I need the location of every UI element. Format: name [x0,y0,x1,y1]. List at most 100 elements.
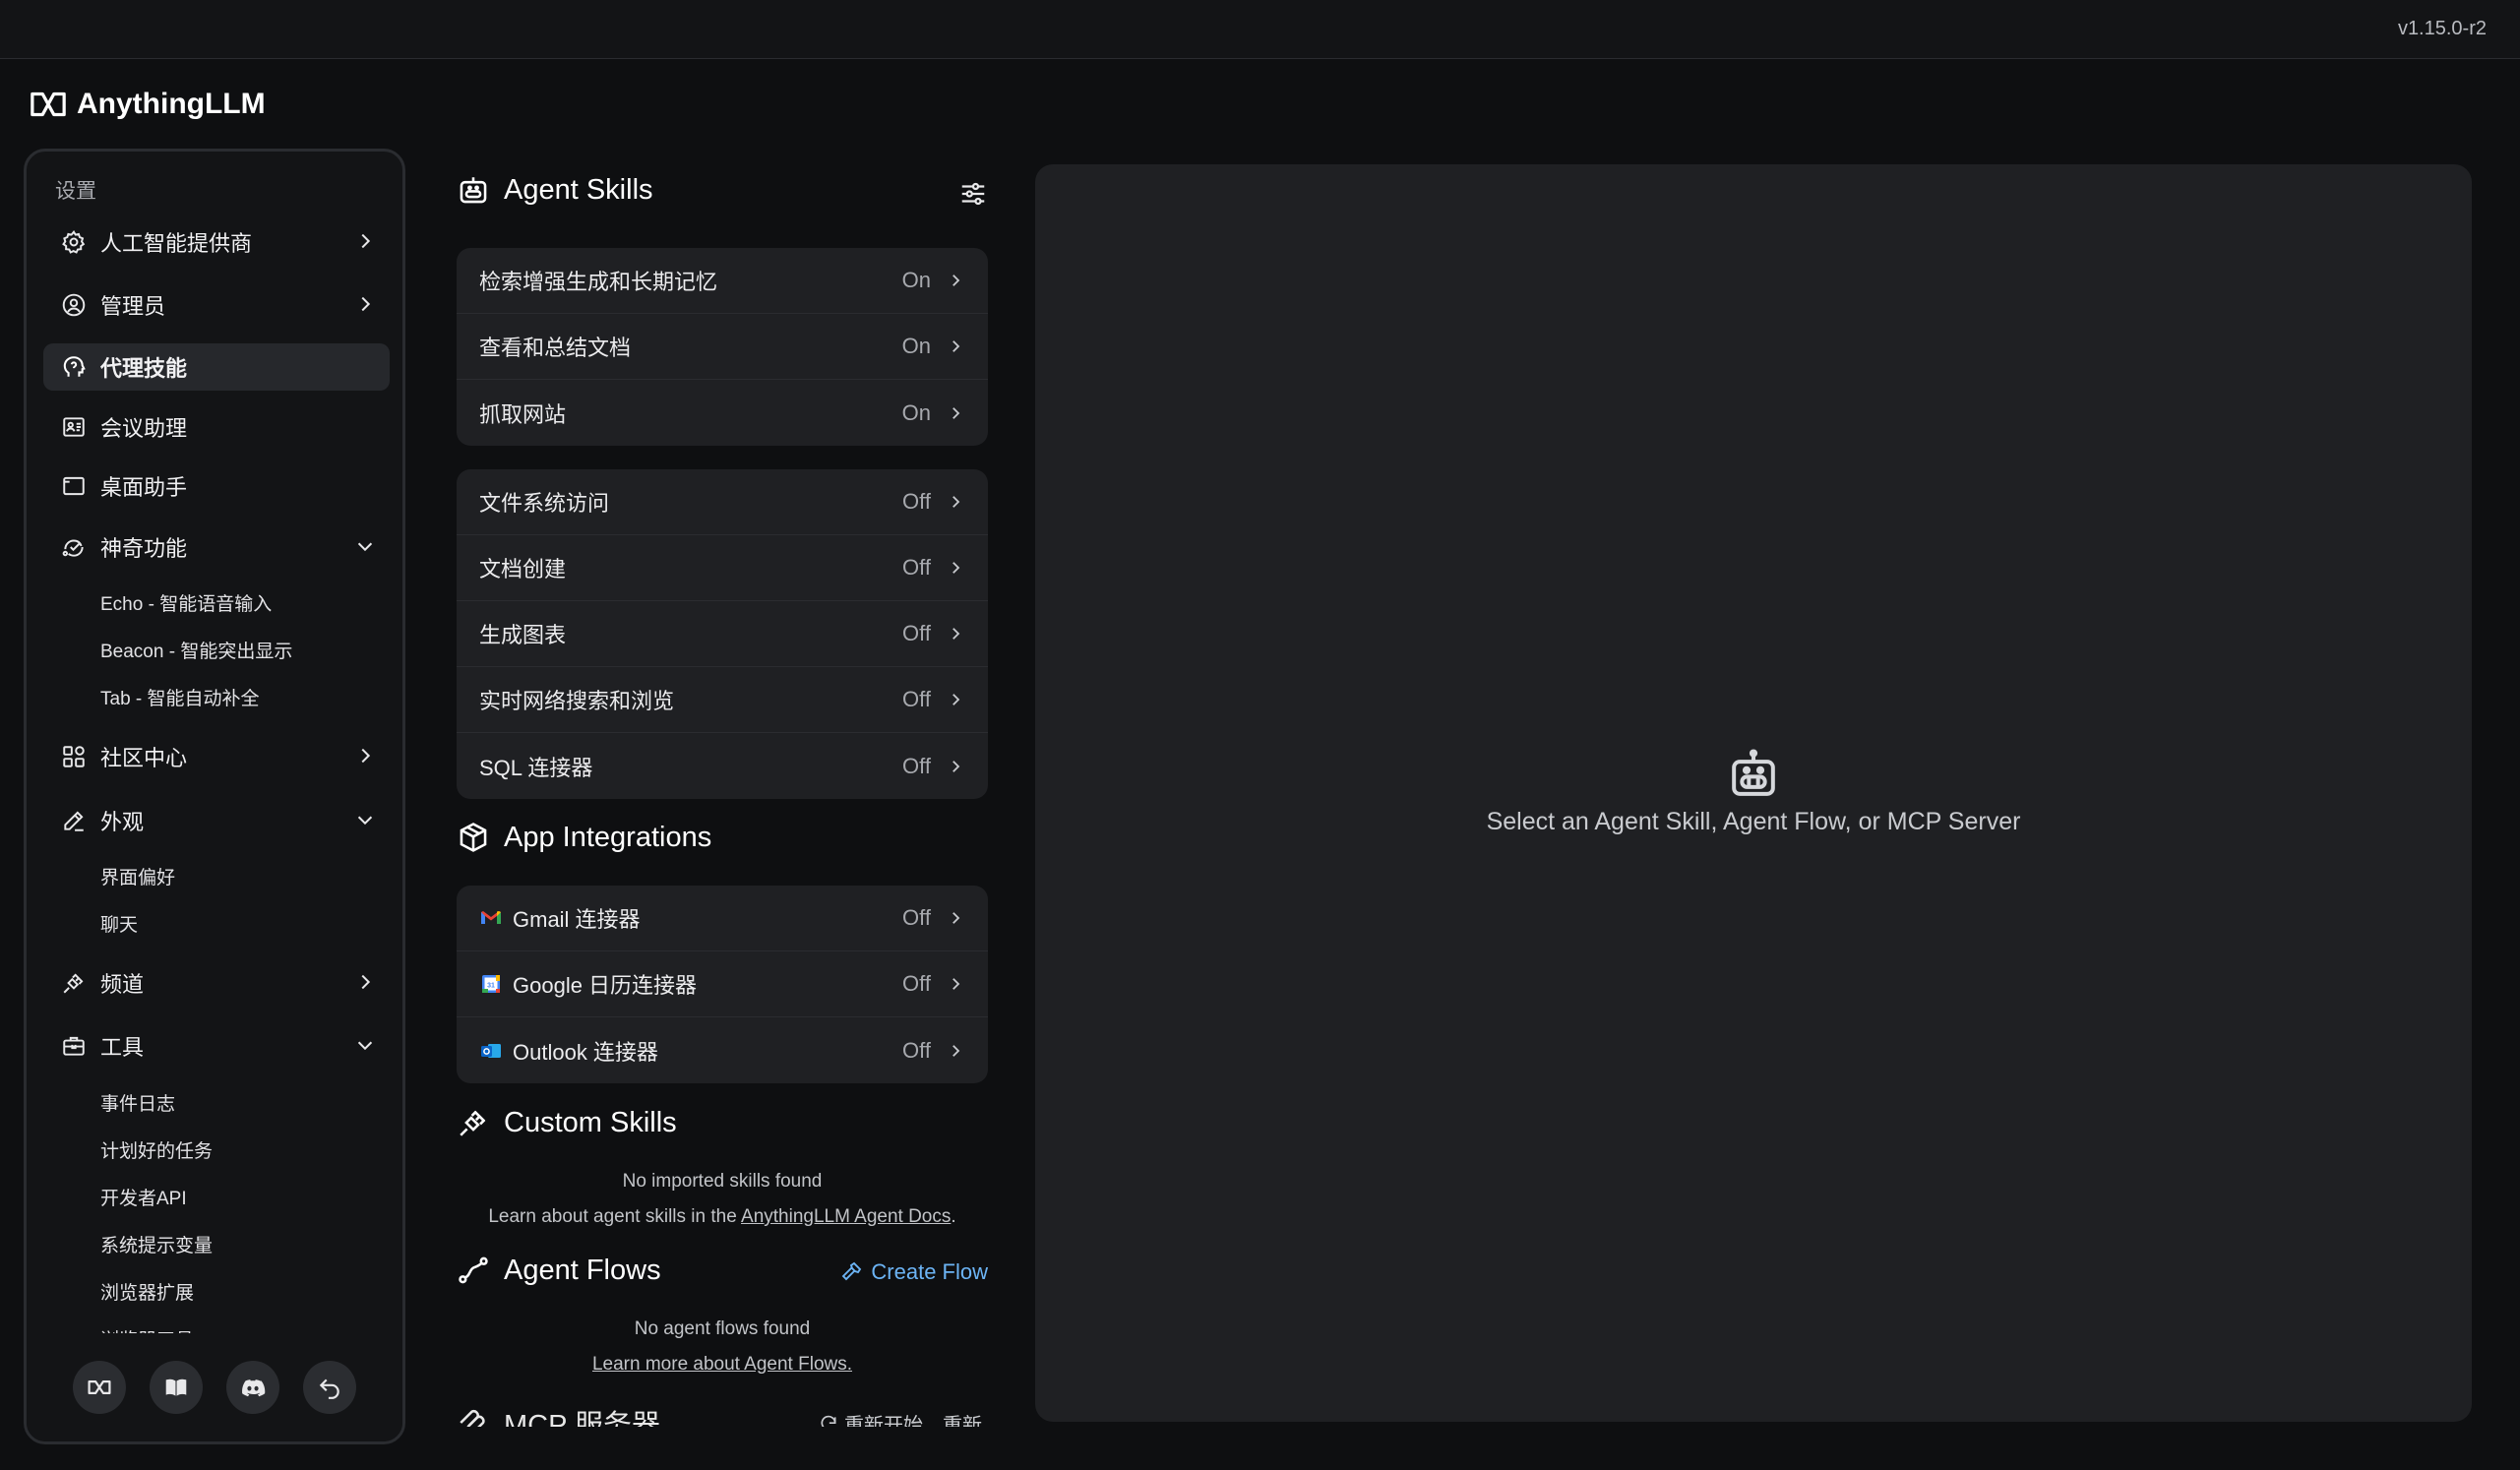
sidebar-heading: 设置 [55,180,96,203]
skill-row-generate-charts[interactable]: 生成图表 Off [457,601,988,667]
create-flow-button[interactable]: Create Flow [839,1259,988,1285]
chevron-right-icon [361,296,371,312]
integration-label-text: Google 日历连接器 [513,973,698,998]
skill-label: 查看和总结文档 [479,336,632,360]
app-integrations-title: App Integrations [457,821,711,854]
agent-flows-docs-link[interactable]: Learn more about Agent Flows. [592,1354,852,1375]
sidebar-scroll-area[interactable]: 设置 人工智能提供商 管理员 代理技能 会议助理 桌面助手 神奇功能 Echo … [27,152,402,1333]
chevron-right-icon [361,974,371,990]
sidebar-item-desktop-assistant[interactable]: 桌面助手 [43,462,390,510]
google-calendar-icon: 31 [482,975,500,993]
agent-flows-title: Agent Flows [457,1254,661,1287]
sidebar-item-magic-features[interactable]: 神奇功能 [43,523,390,571]
sidebar-subitem-browser-tools[interactable]: 浏览器工具 [100,1325,194,1333]
mcp-icon [460,1409,485,1427]
package-icon [460,823,487,852]
sidebar-item-meeting-assistant[interactable]: 会议助理 [43,403,390,451]
plug-icon [61,970,87,996]
community-icon [61,744,87,769]
skill-row-rag-memory[interactable]: 检索增强生成和长期记忆 On [457,248,988,314]
integration-status: Off [902,1037,931,1063]
skill-status: On [901,399,931,425]
discord-button[interactable] [226,1361,279,1414]
skill-row-web-search[interactable]: 实时网络搜索和浏览 Off [457,667,988,733]
gmail-icon [481,911,501,924]
sidebar-item-channels[interactable]: 频道 [43,959,390,1007]
integration-status: Off [902,971,931,996]
docs-button[interactable] [150,1361,203,1414]
anythingllm-home-button[interactable] [73,1361,126,1414]
no-agent-flows-text: No agent flows found [634,1318,811,1339]
toolbox-icon [61,1033,87,1059]
sidebar-item-community-hub[interactable]: 社区中心 [43,733,390,780]
sidebar-item-tools[interactable]: 工具 [43,1022,390,1070]
skills-list-column[interactable]: Agent Skills 检索增强生成和长期记忆 On 查看和总结文档 On 抓… [457,167,988,1427]
integration-label: Outlook 连接器 [479,1035,902,1067]
sidebar-subitem-system-prompt-variables[interactable]: 系统提示变量 [100,1231,213,1257]
skill-row-document-creation[interactable]: 文档创建 Off [457,535,988,601]
chevron-right-icon [953,1044,960,1057]
filter-settings-icon[interactable] [958,179,988,209]
sidebar-item-label: 频道 [100,972,145,997]
skill-detail-panel: Select an Agent Skill, Agent Flow, or MC… [1035,164,2472,1422]
sidebar-subitem-scheduled-tasks[interactable]: 计划好的任务 [100,1136,213,1163]
sidebar-subitem-browser-extension[interactable]: 浏览器扩展 [100,1278,194,1305]
mcp-refresh-button[interactable]: 重新开始，重新 [819,1409,982,1427]
chevron-right-icon [953,562,960,574]
chevron-right-icon [953,760,960,772]
skill-row-view-summarize-docs[interactable]: 查看和总结文档 On [457,314,988,380]
hammer-icon [842,1261,862,1281]
skill-row-sql-connector[interactable]: SQL 连接器 Off [457,733,988,799]
skill-status: Off [902,621,931,645]
chevron-right-icon [953,275,960,286]
sidebar-item-agent-skills[interactable]: 代理技能 [43,343,390,391]
integration-status: Off [902,905,931,930]
sidebar-subitem-echo[interactable]: Echo - 智能语音输入 [100,589,272,616]
chevron-right-icon [953,496,960,508]
sidebar-footer [27,1333,402,1441]
chevron-right-icon [953,406,960,419]
sidebar-subitem-event-logs[interactable]: 事件日志 [100,1089,175,1116]
app-logo[interactable]: AnythingLLM [30,87,266,122]
integration-row-outlook[interactable]: Outlook 连接器 Off [457,1017,988,1083]
sidebar-item-label: 会议助理 [100,416,188,441]
integration-row-gmail[interactable]: Gmail 连接器 Off [457,886,988,951]
mcp-refresh-label: 重新开始，重新 [844,1415,982,1427]
chevron-right-icon [953,628,960,640]
agent-docs-link[interactable]: AnythingLLM Agent Docs [741,1206,951,1227]
back-button[interactable] [303,1361,356,1414]
discord-icon [242,1379,266,1397]
sidebar-item-label: 工具 [100,1035,145,1060]
sidebar-item-ai-providers[interactable]: 人工智能提供商 [43,218,390,266]
integration-row-google-calendar[interactable]: 31 Google 日历连接器 Off [457,951,988,1017]
settings-sidebar: 设置 人工智能提供商 管理员 代理技能 会议助理 桌面助手 神奇功能 Echo … [24,149,405,1444]
back-icon [319,1378,339,1399]
skill-row-scrape-websites[interactable]: 抓取网站 On [457,380,988,446]
optional-skills-group: 文件系统访问 Off 文档创建 Off 生成图表 Off 实时网络搜索和浏览 O… [457,469,988,799]
no-custom-skills-text: No imported skills found [622,1171,823,1192]
sidebar-subitem-interface-preferences[interactable]: 界面偏好 [100,863,175,889]
sidebar-subitem-chat[interactable]: 聊天 [100,910,138,937]
sidebar-item-appearance[interactable]: 外观 [43,797,390,844]
book-icon [165,1378,187,1396]
integration-label-text: Outlook 连接器 [513,1039,658,1065]
learn-suffix: . [951,1206,956,1227]
robot-icon [460,177,487,204]
sidebar-item-label: 外观 [100,810,145,834]
sidebar-item-admin[interactable]: 管理员 [43,281,390,329]
sidebar-subitem-tab[interactable]: Tab - 智能自动补全 [100,684,260,710]
anythingllm-icon [88,1380,111,1394]
chevron-down-icon [357,542,373,552]
sidebar-subitem-developer-api[interactable]: 开发者API [100,1184,187,1210]
skill-label: 抓取网站 [479,401,567,427]
sidebar-subitem-beacon[interactable]: Beacon - 智能突出显示 [100,637,292,663]
magic-icon [61,534,87,560]
chevron-right-icon [953,694,960,705]
skill-label: 实时网络搜索和浏览 [479,689,675,713]
empty-state-text: Select an Agent Skill, Agent Flow, or MC… [1486,808,2021,835]
chevron-right-icon [953,912,960,924]
skill-row-filesystem-access[interactable]: 文件系统访问 Off [457,469,988,535]
custom-skills-learn-more: Learn about agent skills in the Anything… [457,1206,988,1228]
skill-label: 文件系统访问 [479,491,610,516]
integration-label-text: Gmail 连接器 [513,907,641,932]
